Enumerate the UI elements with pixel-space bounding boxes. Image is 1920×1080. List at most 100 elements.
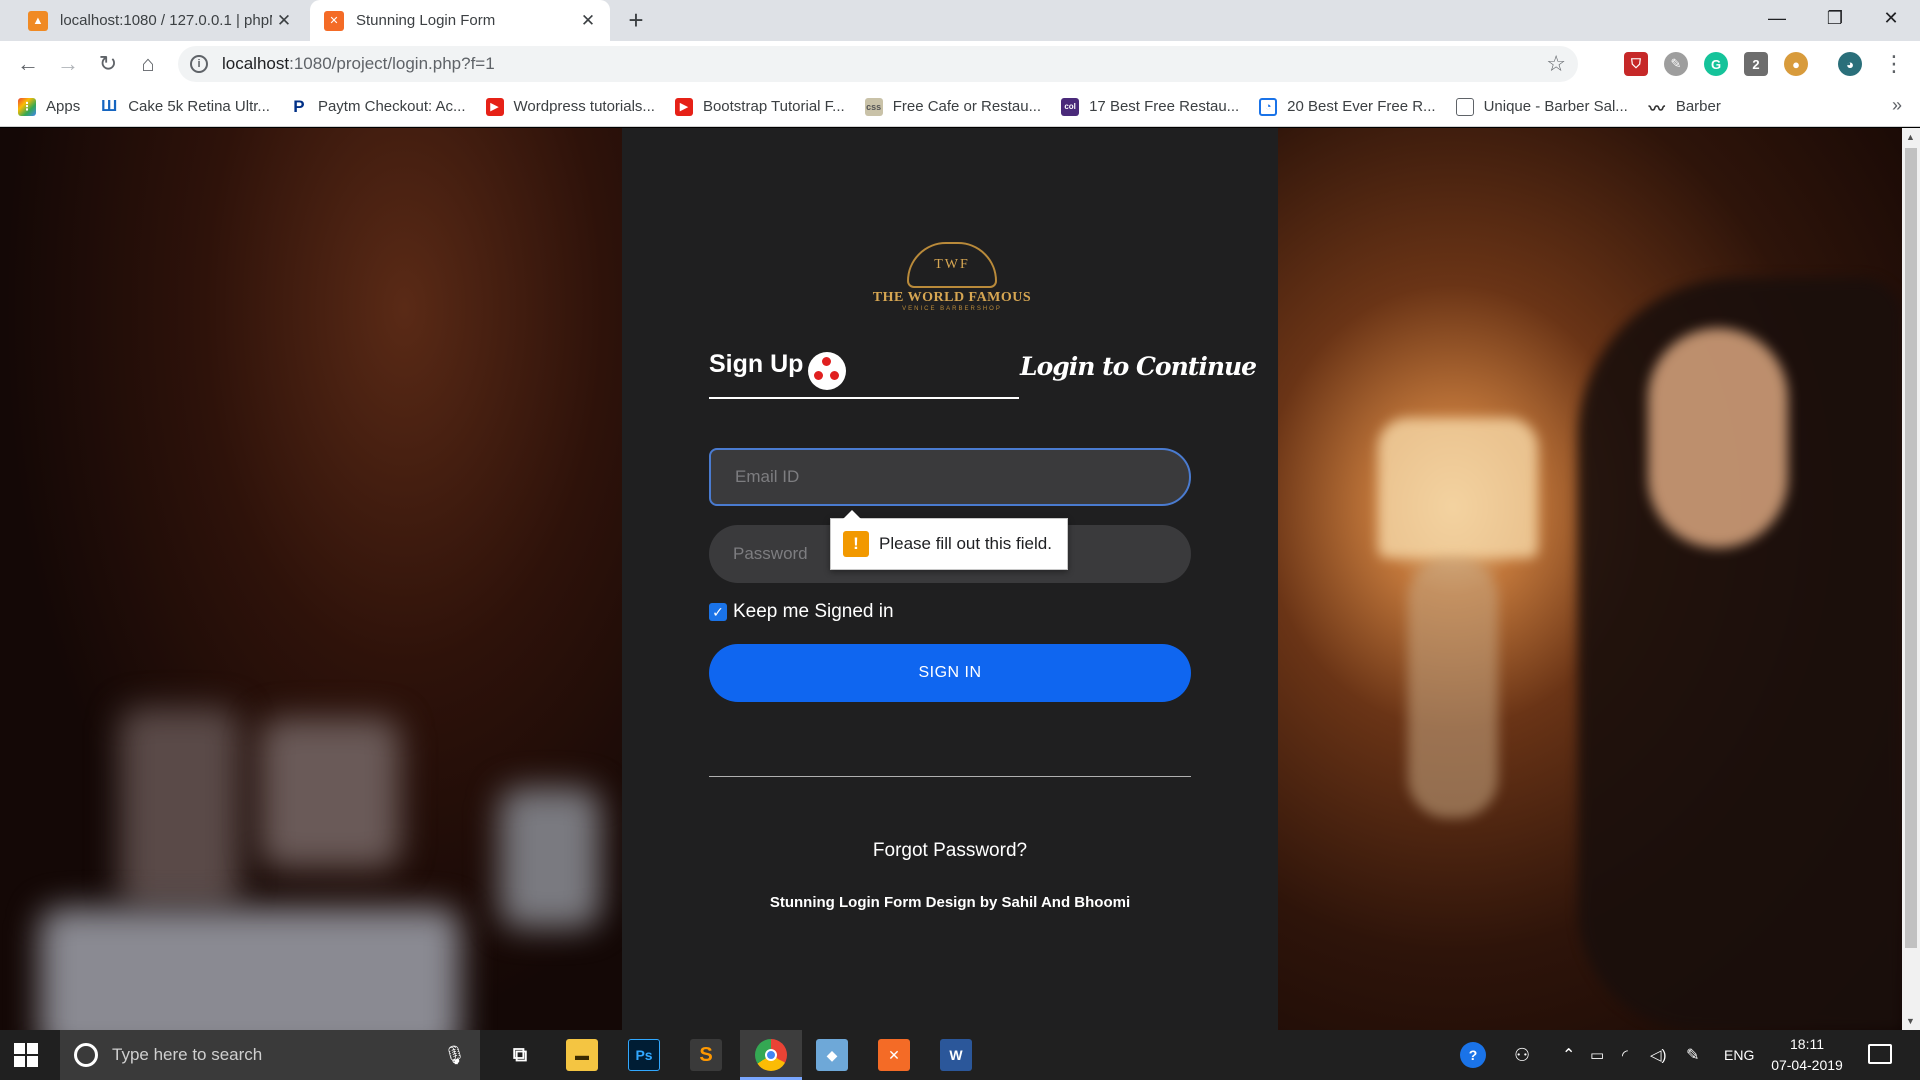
colorlib-icon: col [1061, 97, 1080, 116]
url-host: localhost [222, 54, 290, 73]
word-label: W [949, 1047, 963, 1063]
bookmark-label: Unique - Barber Sal... [1483, 98, 1628, 115]
bookmark-label: Paytm Checkout: Ac... [317, 98, 466, 115]
new-tab-button[interactable]: + [622, 5, 650, 35]
virtualbox-icon[interactable]: ◆ [816, 1039, 848, 1071]
cortana-icon [74, 1043, 98, 1067]
grammarly-extension-icon[interactable]: G [1704, 52, 1728, 76]
validation-tooltip: ! Please fill out this field. [830, 510, 1068, 570]
window-close-button[interactable]: ✕ [1862, 0, 1920, 36]
bookmarks-bar: ⋮ Apps Ш Cake 5k Retina Ultr... P Paytm … [0, 87, 1920, 127]
back-icon[interactable]: ← [12, 48, 44, 80]
forgot-password-link[interactable]: Forgot Password? [622, 840, 1278, 862]
eyedropper-extension-icon[interactable]: ✎ [1664, 52, 1688, 76]
extension-badge-icon[interactable]: 2 [1744, 52, 1768, 76]
forward-icon[interactable]: → [52, 48, 84, 80]
task-view-icon[interactable]: ⧉ [504, 1039, 536, 1071]
menu-dots-icon[interactable]: ⋮ [1878, 48, 1910, 80]
tab-phpmyadmin[interactable]: ▲ localhost:1080 / 127.0.0.1 | phpM ✕ [14, 0, 306, 41]
url-path: :1080/project/login.php?f=1 [289, 54, 495, 73]
minimize-button[interactable]: — [1748, 0, 1806, 36]
file-explorer-icon[interactable]: ▬ [566, 1039, 598, 1071]
scroll-up-icon[interactable]: ▲ [1906, 132, 1915, 142]
help-icon[interactable]: ? [1460, 1030, 1486, 1080]
language-indicator[interactable]: ENG [1724, 1030, 1754, 1080]
word-icon[interactable]: W [940, 1039, 972, 1071]
bookmark-label: Free Cafe or Restau... [892, 98, 1042, 115]
tab-login[interactable]: Login to Continue [1020, 352, 1257, 381]
bookmark-star-icon[interactable]: ☆ [1546, 51, 1566, 77]
bookmark-apps[interactable]: ⋮ Apps [18, 97, 81, 116]
people-icon[interactable]: ⚇ [1514, 1030, 1530, 1080]
bookmark-item[interactable]: ◔ 20 Best Ever Free R... [1259, 97, 1436, 116]
bookmark-item[interactable]: ▶ Wordpress tutorials... [485, 97, 655, 116]
cake-icon: Ш [100, 97, 119, 116]
bookmark-label: 17 Best Free Restau... [1089, 98, 1240, 115]
bookmark-page-icon: ◔ [1259, 97, 1278, 116]
keep-signed-in[interactable]: ✓ Keep me Signed in [709, 601, 894, 623]
chevron-up-icon[interactable]: ⌃ [1562, 1030, 1575, 1080]
brand-logo: TWF THE WORLD FAMOUS VENICE BARBERSHOP [862, 242, 1042, 332]
page-scrollbar[interactable]: ▲ ▼ [1902, 128, 1920, 1030]
tab-login-form[interactable]: ✕ Stunning Login Form ✕ [310, 0, 610, 41]
bookmarks-more-icon[interactable]: » [1892, 95, 1902, 116]
logo-subtitle: VENICE BARBERSHOP [902, 306, 1002, 312]
scrollbar-thumb[interactable] [1905, 148, 1917, 948]
youtube-icon: ▶ [674, 97, 693, 116]
checkbox-checked-icon[interactable]: ✓ [709, 603, 727, 621]
photoshop-icon[interactable]: Ps [628, 1039, 660, 1071]
sign-up-label: Sign Up [709, 350, 804, 378]
language-label: ENG [1724, 1047, 1755, 1063]
photoshop-label: Ps [635, 1047, 653, 1063]
bookmark-item[interactable]: ▶ Bootstrap Tutorial F... [674, 97, 845, 116]
bookmark-item[interactable]: css Free Cafe or Restau... [864, 97, 1042, 116]
extension-badge-count: 2 [1752, 56, 1760, 72]
browser-toolbar: ← → ↻ ⌂ i localhost :1080/project/login.… [0, 41, 1920, 87]
background-photo-right [1278, 128, 1902, 1030]
notification-icon[interactable] [1868, 1044, 1892, 1064]
scroll-down-icon[interactable]: ▼ [1906, 1016, 1915, 1026]
sign-in-button[interactable]: SIGN IN [709, 644, 1191, 702]
taskbar-clock[interactable]: 18:11 07-04-2019 [1762, 1034, 1852, 1076]
windows-start-icon[interactable] [14, 1043, 38, 1067]
wifi-icon[interactable]: ◜ [1622, 1030, 1628, 1080]
cookie-extension-icon[interactable]: ● [1784, 52, 1808, 76]
profile-avatar[interactable]: ◕ [1838, 52, 1862, 76]
bookmark-item[interactable]: Unique - Barber Sal... [1455, 97, 1628, 116]
bookmark-item[interactable]: 〰 Barber [1647, 97, 1721, 118]
credit-text: Stunning Login Form Design by Sahil And … [769, 894, 1131, 911]
close-icon[interactable]: ✕ [272, 9, 296, 33]
document-icon [1455, 97, 1474, 116]
bookmark-item[interactable]: col 17 Best Free Restau... [1061, 97, 1240, 116]
battery-icon[interactable]: ▭ [1590, 1030, 1604, 1080]
bookmark-item[interactable]: P Paytm Checkout: Ac... [289, 97, 466, 116]
tab-sign-up[interactable]: Sign Up [709, 350, 803, 379]
reload-icon[interactable]: ↻ [92, 48, 124, 80]
home-icon[interactable]: ⌂ [132, 48, 164, 80]
info-icon[interactable]: i [190, 55, 208, 73]
email-input[interactable] [709, 448, 1191, 506]
tab-strip: ▲ localhost:1080 / 127.0.0.1 | phpM ✕ ✕ … [0, 0, 1920, 41]
bookmark-label: Wordpress tutorials... [513, 98, 655, 115]
sublime-text-icon[interactable]: S [690, 1039, 722, 1071]
clock-time: 18:11 [1790, 1036, 1824, 1052]
volume-icon[interactable]: ◁) [1650, 1030, 1667, 1080]
divider [709, 776, 1191, 777]
restore-button[interactable]: ❐ [1806, 0, 1864, 36]
youtube-icon: ▶ [485, 97, 504, 116]
xampp-icon[interactable]: ✕ [878, 1039, 910, 1071]
chrome-icon[interactable] [755, 1039, 787, 1071]
pen-icon[interactable]: ✎ [1686, 1030, 1699, 1080]
shield-extension-icon[interactable]: ⛉ [1624, 52, 1648, 76]
validation-message: Please fill out this field. [879, 534, 1052, 553]
mustache-icon: 〰 [1647, 97, 1666, 118]
taskbar-search[interactable]: Type here to search 🎙 [60, 1030, 480, 1080]
search-placeholder: Type here to search [112, 1045, 263, 1064]
bookmark-item[interactable]: Ш Cake 5k Retina Ultr... [100, 97, 270, 116]
windows-taskbar: Type here to search 🎙 ⧉ ▬ Ps S ◆ ✕ W ? ⚇… [0, 1030, 1920, 1080]
close-icon[interactable]: ✕ [576, 9, 600, 33]
microphone-icon[interactable]: 🎙 [443, 1045, 466, 1066]
address-bar[interactable]: i localhost :1080/project/login.php?f=1 … [178, 46, 1578, 82]
bookmark-label: Apps [46, 98, 81, 115]
paypal-icon: P [289, 97, 308, 116]
